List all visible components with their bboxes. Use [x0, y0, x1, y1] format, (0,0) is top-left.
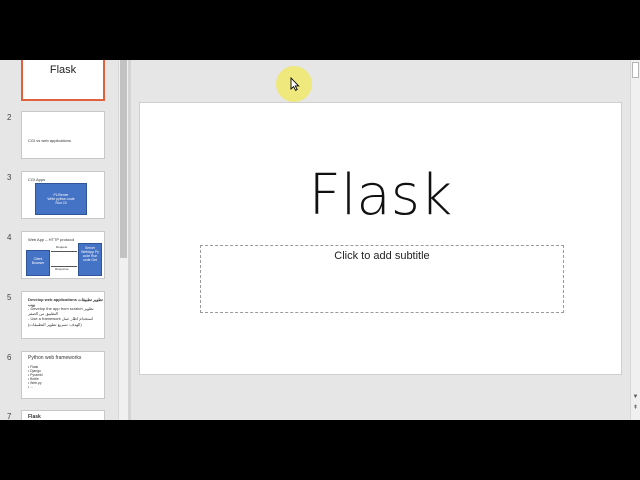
thumbnail-line: - Develop the app from scratch تطوير الت…: [28, 306, 94, 316]
thumbnail-scrollbar[interactable]: [118, 60, 128, 420]
thumbnail-request-arrow: [51, 251, 77, 252]
mouse-pointer-icon: [290, 77, 300, 91]
slide-number: 3: [7, 173, 12, 182]
slide-scrollbar-thumb[interactable]: [632, 62, 639, 78]
slide-scrollbar[interactable]: ▼ ⇞: [630, 60, 640, 420]
slide-thumbnail-6[interactable]: Python web frameworks • Flask • Django •…: [21, 351, 105, 399]
subtitle-placeholder[interactable]: Click to add subtitle: [200, 245, 564, 313]
thumbnail-heading: Web App – HTTP protocol: [28, 237, 75, 242]
thumbnail-scrollbar-thumb[interactable]: [120, 60, 127, 258]
powerpoint-window: Flask 2 CGI vs web applications 3 CGI Ap…: [0, 60, 640, 420]
slide-editing-area: Flask Click to add subtitle: [131, 60, 630, 420]
thumbnail-title: Flask: [49, 64, 77, 76]
letterbox-bottom: [0, 420, 640, 480]
slide-thumbnail-4[interactable]: Web App – HTTP protocol Client Browser S…: [21, 231, 105, 279]
slide-thumbnail-pane: Flask 2 CGI vs web applications 3 CGI Ap…: [0, 60, 118, 420]
current-slide[interactable]: Flask Click to add subtitle: [139, 102, 622, 375]
slide-thumbnail-7[interactable]: Flask: [21, 410, 105, 420]
thumbnail-request-label: Request: [56, 245, 68, 249]
thumbnail-line: (الهدف: تسريع تطوير التطبيقات): [28, 322, 82, 327]
thumbnail-client-box: Client Browser: [26, 250, 50, 276]
letterbox-top: [0, 0, 640, 60]
thumbnail-heading: Python web frameworks: [28, 355, 82, 361]
slide-thumbnail-3[interactable]: CGI Apps PL/Server Write python code Run…: [21, 171, 105, 219]
thumbnail-heading: CGI Apps: [28, 177, 46, 182]
slide-number: 6: [7, 353, 12, 362]
thumbnail-response-label: Response: [55, 267, 69, 271]
scroll-down-arrow-icon[interactable]: ▼: [631, 393, 640, 402]
subtitle-placeholder-text: Click to add subtitle: [334, 250, 430, 262]
slide-thumbnail-2[interactable]: CGI vs web applications: [21, 111, 105, 159]
previous-slide-icon[interactable]: ⇞: [631, 404, 640, 413]
thumbnail-bullet: • ...: [28, 385, 33, 389]
slide-number: 2: [7, 113, 12, 122]
thumbnail-line: - Use a framework استخدام اطار عمل: [28, 316, 94, 321]
slide-title[interactable]: Flask: [140, 163, 621, 228]
thumbnail-diagram-box: PL/Server Write python code Run Cli: [35, 183, 87, 215]
slide-number: 4: [7, 233, 12, 242]
thumbnail-text: CGI vs web applications: [28, 138, 71, 143]
slide-thumbnail-5[interactable]: Develop web applications تطوير تطبيقات و…: [21, 291, 105, 339]
thumbnail-server-box: Server WebApp Py code Run code Get: [78, 243, 102, 276]
slide-number: 5: [7, 293, 12, 302]
slide-number: 7: [7, 412, 12, 420]
slide-thumbnail-1[interactable]: Flask: [21, 60, 105, 101]
